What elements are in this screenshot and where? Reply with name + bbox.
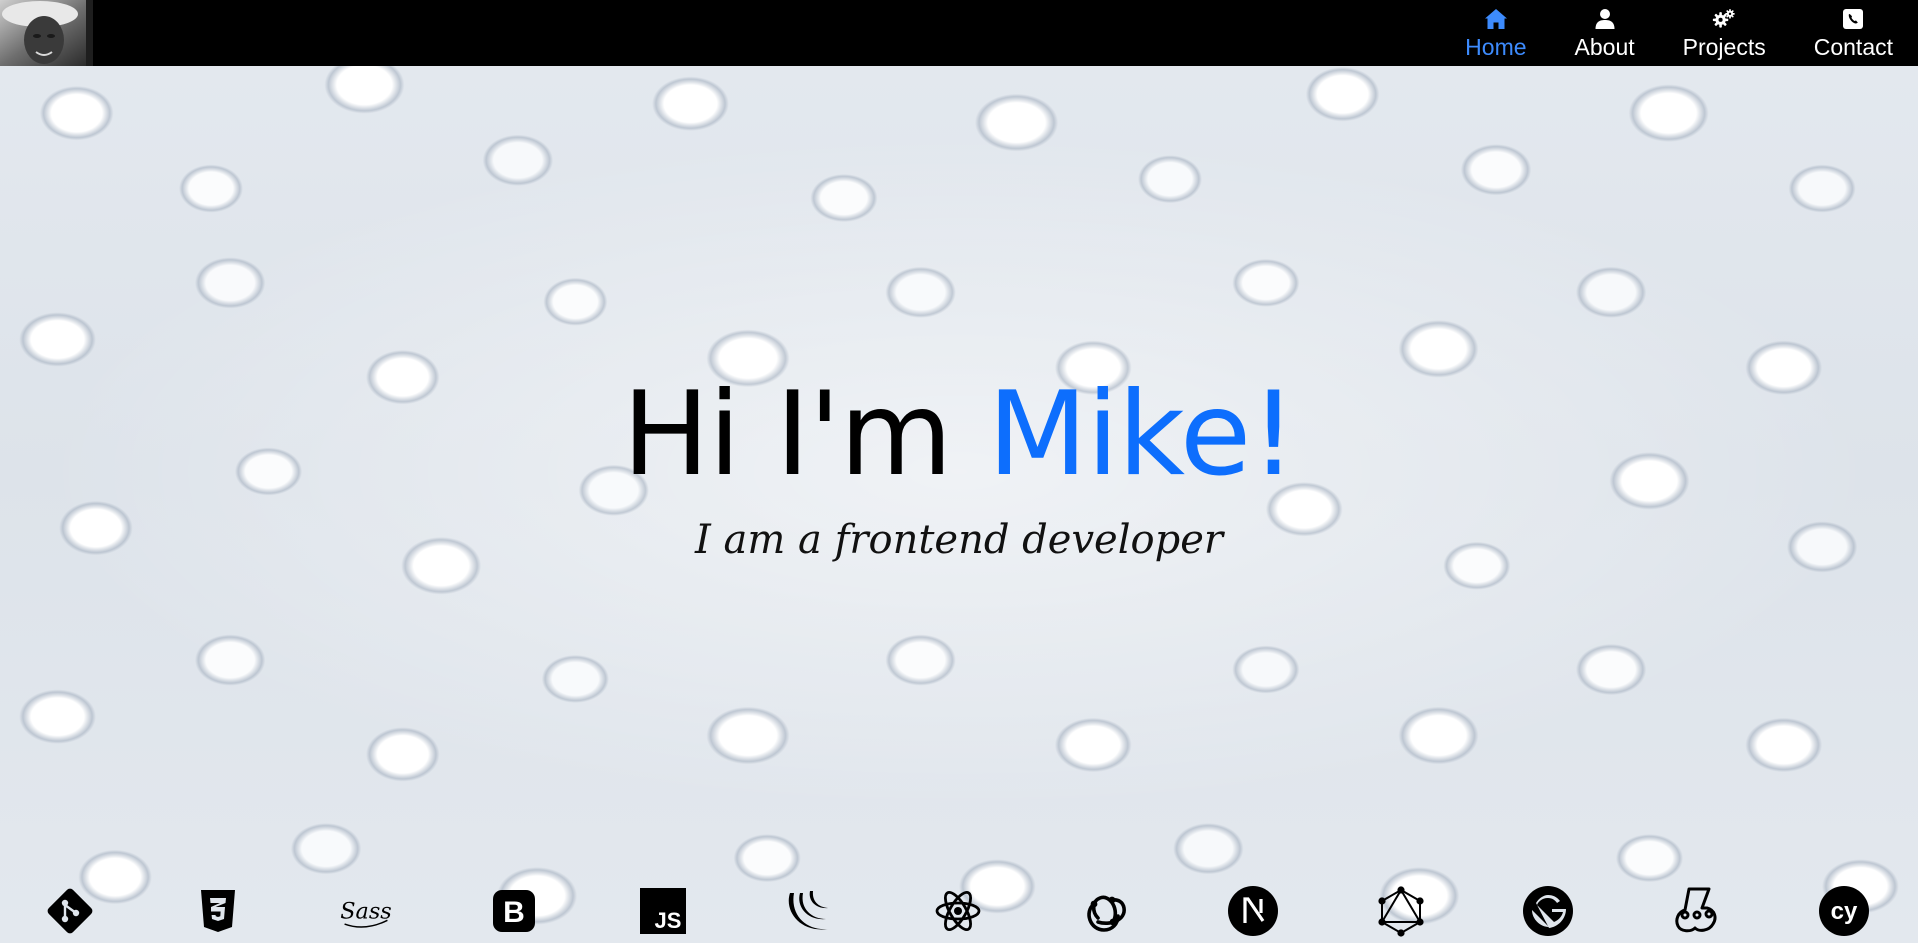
css3-icon xyxy=(191,884,245,938)
jquery-icon xyxy=(784,884,838,938)
profile-photo-icon xyxy=(0,0,93,66)
gatsby-icon xyxy=(1521,884,1575,938)
nav-about[interactable]: About xyxy=(1564,0,1646,66)
svg-text:B: B xyxy=(503,896,525,929)
navbar: Home About Projects Contact xyxy=(0,0,1918,66)
nav-about-label: About xyxy=(1574,33,1635,60)
name-highlight: Mike! xyxy=(987,367,1297,502)
nextjs-icon: N xyxy=(1226,884,1280,938)
jest-icon xyxy=(1669,884,1723,938)
javascript-icon: JS xyxy=(636,884,690,938)
hero-text: Hi I'm Mike! I am a frontend developer xyxy=(0,360,1918,566)
greeting: Hi I'm xyxy=(622,367,952,502)
headline: Hi I'm Mike! xyxy=(0,360,1918,510)
user-icon xyxy=(1593,7,1617,31)
nav-contact-label: Contact xyxy=(1813,33,1893,60)
nav-home-label: Home xyxy=(1465,33,1527,60)
nav-home[interactable]: Home xyxy=(1454,0,1537,66)
redux-icon xyxy=(1079,884,1133,938)
contact-card-icon xyxy=(1841,7,1865,31)
sass-icon: Sass xyxy=(339,884,393,938)
nav-projects-label: Projects xyxy=(1682,33,1766,60)
nav-links: Home About Projects Contact xyxy=(1441,0,1918,66)
svg-text:cy: cy xyxy=(1831,898,1858,925)
bootstrap-icon: B xyxy=(487,884,541,938)
tech-stack-row: Sass B JS N cy xyxy=(0,884,1918,938)
svg-text:JS: JS xyxy=(655,908,682,933)
home-icon xyxy=(1484,7,1508,31)
nav-contact[interactable]: Contact xyxy=(1803,0,1904,66)
avatar[interactable] xyxy=(0,0,93,66)
git-icon xyxy=(43,884,97,938)
cypress-icon: cy xyxy=(1817,884,1871,938)
gears-icon xyxy=(1712,7,1736,31)
react-icon xyxy=(931,884,985,938)
graphql-icon xyxy=(1374,884,1428,938)
nav-projects[interactable]: Projects xyxy=(1672,0,1777,66)
tagline: I am a frontend developer xyxy=(695,517,1223,563)
svg-text:Sass: Sass xyxy=(340,898,392,924)
